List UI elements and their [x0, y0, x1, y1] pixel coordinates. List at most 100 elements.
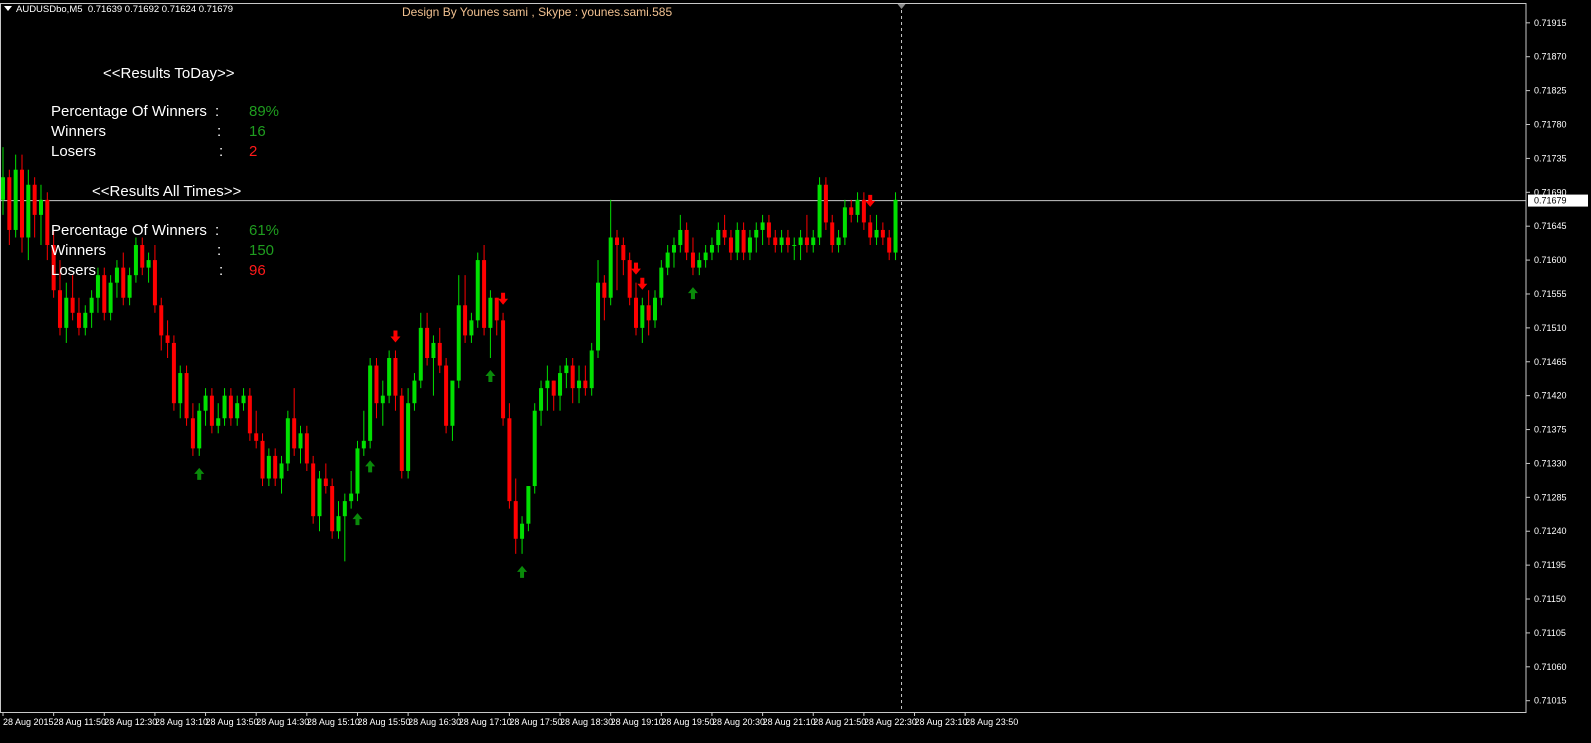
candle-body: [311, 463, 316, 517]
candle-body: [577, 380, 582, 389]
candle-body: [684, 229, 689, 253]
y-tick-label: 0.71870: [1534, 52, 1567, 62]
candle-body: [627, 260, 632, 298]
candle-body: [83, 312, 88, 328]
candle-body: [773, 237, 778, 246]
candle-body: [266, 455, 271, 479]
symbol-name: AUDUSDbo,M5: [16, 4, 83, 15]
candle-body: [735, 229, 740, 253]
candle-body: [842, 207, 847, 238]
candle-body: [798, 237, 803, 246]
candle-body: [526, 486, 531, 524]
candle-body: [880, 229, 885, 238]
candle-body: [747, 237, 752, 253]
axis-layer: [0, 3, 1588, 716]
candle-body: [178, 373, 183, 404]
y-tick-label: 0.71825: [1534, 86, 1567, 96]
y-tick-label: 0.71285: [1534, 492, 1567, 502]
up-arrow-icon: [687, 287, 698, 300]
candle-body: [728, 237, 733, 253]
down-arrow-icon: [498, 292, 509, 305]
y-tick-label: 0.71735: [1534, 153, 1567, 163]
candle-body: [285, 418, 290, 464]
candle-body: [779, 237, 784, 246]
candle-body: [95, 275, 100, 298]
y-tick-label: 0.71015: [1534, 696, 1567, 706]
candle-body: [887, 237, 892, 253]
y-tick-label: 0.71510: [1534, 323, 1567, 333]
dropdown-triangle-icon[interactable]: [4, 6, 12, 11]
y-tick-label: 0.71330: [1534, 458, 1567, 468]
candle-body: [330, 486, 335, 532]
candle-body: [804, 237, 809, 246]
candle-body: [393, 358, 398, 396]
candle-body: [102, 275, 107, 313]
candle-body: [323, 478, 328, 487]
candle-body: [621, 245, 626, 261]
colon: :: [219, 262, 224, 279]
x-tick-label: 28 Aug 11:50: [54, 717, 106, 727]
candle-body: [171, 342, 176, 404]
candle-body: [406, 403, 411, 471]
candle-body: [254, 433, 259, 441]
candle-body: [380, 395, 385, 404]
candle-body: [13, 169, 18, 230]
candle-body: [558, 373, 563, 396]
results-today-title: <<Results ToDay>>: [103, 65, 235, 82]
candle-body: [760, 222, 765, 230]
tick-labels-layer: 0.71915 0.71870 0.71825 0.71780 0.71735 0.716…: [3, 18, 1567, 727]
candle-body: [722, 229, 727, 238]
candle-body: [640, 305, 645, 328]
up-arrow-icon: [194, 467, 205, 480]
today-percentage-value: 89%: [249, 103, 280, 120]
symbol-header[interactable]: AUDUSDbo,M5 0.71639 0.71692 0.71624 0.71…: [4, 4, 233, 15]
price-chart[interactable]: 0.71915 0.71870 0.71825 0.71780 0.71735 0.716…: [0, 0, 1591, 743]
candle-body: [431, 342, 436, 358]
candle-body: [184, 373, 189, 419]
candle-body: [228, 395, 233, 419]
candle-body: [741, 229, 746, 253]
x-tick-label: 28 Aug 12:30: [104, 717, 157, 727]
x-tick-label: 28 Aug 21:10: [763, 717, 816, 727]
candle-body: [690, 252, 695, 268]
candle-body: [456, 305, 461, 381]
current-price-label: 0.71679: [1534, 196, 1567, 206]
candle-body: [596, 282, 601, 351]
candle-body: [539, 388, 544, 411]
y-tick-label: 0.71195: [1534, 560, 1566, 570]
candle-body: [665, 252, 670, 268]
today-winners-label: Winners: [51, 123, 107, 140]
candle-body: [399, 395, 404, 471]
candle-body: [260, 440, 265, 479]
candle-body: [463, 305, 468, 336]
y-tick-label: 0.71420: [1534, 391, 1567, 401]
candle-body: [235, 403, 240, 419]
candle-body: [355, 448, 360, 494]
candle-body: [507, 418, 512, 502]
candle-body: [874, 229, 879, 238]
candle-body: [659, 267, 664, 298]
x-tick-label: 28 Aug 2015: [3, 717, 54, 727]
chart-window[interactable]: 0.71915 0.71870 0.71825 0.71780 0.71735 0.716…: [0, 0, 1591, 743]
y-tick-label: 0.71375: [1534, 425, 1567, 435]
candle-body: [494, 297, 499, 321]
x-tick-label: 28 Aug 14:30: [256, 717, 309, 727]
candle-body: [437, 342, 442, 366]
candle-body: [19, 169, 24, 238]
candle-body: [868, 222, 873, 238]
colon: :: [217, 242, 222, 259]
today-losers-value: 2: [249, 143, 258, 160]
candle-body: [292, 418, 297, 449]
candle-body: [374, 365, 379, 404]
candle-body: [368, 365, 373, 441]
candle-body: [361, 440, 366, 449]
candle-body: [697, 260, 702, 268]
x-tick-label: 28 Aug 23:10: [915, 717, 968, 727]
candle-body: [583, 380, 588, 389]
candle-body: [709, 245, 714, 253]
candle-body: [165, 335, 170, 343]
all-losers-value: 96: [249, 262, 266, 279]
time-cursor-marker: [897, 4, 906, 9]
all-percentage-label: Percentage Of Winners: [51, 222, 207, 239]
up-arrow-icon: [352, 513, 363, 526]
